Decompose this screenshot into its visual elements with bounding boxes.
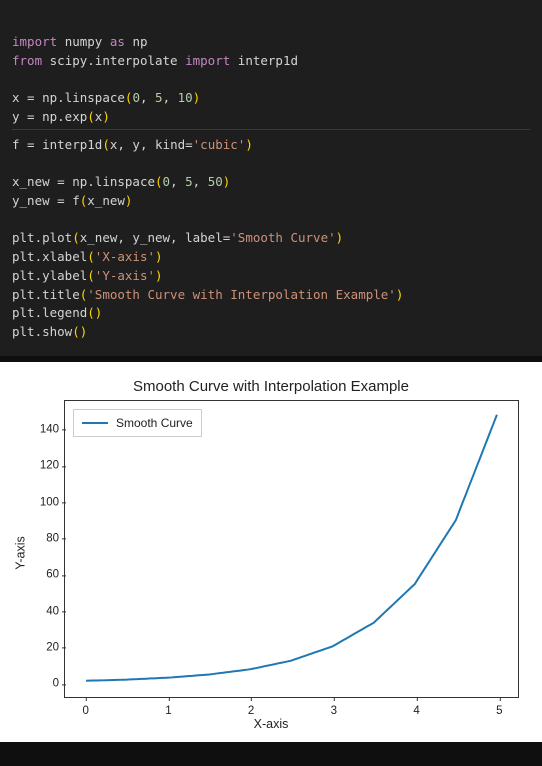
alias-np: np (132, 34, 147, 49)
var-x: x (12, 90, 20, 105)
comma: , (170, 174, 185, 189)
fn-legend: plt.legend (12, 305, 87, 320)
y-tick: 140 (35, 421, 65, 438)
chart-title: Smooth Curve with Interpolation Example (8, 376, 534, 399)
fn-linspace: np.linspace (42, 90, 125, 105)
keyword-import2: import (185, 53, 230, 68)
y-tick: 0 (35, 676, 65, 693)
y-tick: 80 (35, 530, 65, 547)
paren-open: ( (72, 230, 80, 245)
var-f: f (12, 137, 20, 152)
paren-open: ( (155, 174, 163, 189)
name-interp1d: interp1d (238, 53, 298, 68)
num: 5 (155, 90, 163, 105)
str-smooth: 'Smooth Curve' (230, 230, 335, 245)
num: 50 (208, 174, 223, 189)
paren-close: ) (193, 90, 201, 105)
fn-exp: np.exp (42, 109, 87, 124)
plot-area: Smooth Curve 020406080100120140012345 (64, 400, 519, 698)
paren-open: ( (102, 137, 110, 152)
y-axis-label: Y-axis (11, 536, 30, 570)
x-tick: 3 (331, 697, 337, 720)
paren-close: ) (125, 193, 133, 208)
op-eq: = (50, 193, 73, 208)
op-eq: = (50, 174, 73, 189)
keyword-from: from (12, 53, 42, 68)
comma: , (163, 90, 178, 105)
num: 0 (163, 174, 171, 189)
fn-show: plt.show (12, 324, 72, 339)
paren-close: ) (336, 230, 344, 245)
y-tick: 40 (35, 603, 65, 620)
paren-open: ( (87, 268, 95, 283)
paren-open: ( (87, 249, 95, 264)
comma: , (140, 90, 155, 105)
code-block: import numpy as np from scipy.interpolat… (0, 0, 542, 356)
str-cubic: 'cubic' (193, 137, 246, 152)
num: 0 (132, 90, 140, 105)
fn-linspace2: np.linspace (72, 174, 155, 189)
args-xy: x, y, kind= (110, 137, 193, 152)
var-xnew: x_new (12, 174, 50, 189)
keyword-import: import (12, 34, 57, 49)
comma: , (193, 174, 208, 189)
x-tick: 4 (413, 697, 419, 720)
fn-ylabel: plt.ylabel (12, 268, 87, 283)
y-tick: 120 (35, 458, 65, 475)
fn-xlabel: plt.xlabel (12, 249, 87, 264)
fn-title: plt.title (12, 287, 80, 302)
x-tick: 1 (165, 697, 171, 720)
series-line (86, 414, 497, 680)
str-title: 'Smooth Curve with Interpolation Example… (87, 287, 396, 302)
output-panel: Smooth Curve with Interpolation Example … (0, 362, 542, 742)
x-tick: 5 (496, 697, 502, 720)
paren-close: ) (396, 287, 404, 302)
paren-close: ) (245, 137, 253, 152)
paren-open: ( (87, 109, 95, 124)
op-eq: = (20, 109, 43, 124)
op-eq: = (20, 137, 43, 152)
str-yaxis: 'Y-axis' (95, 268, 155, 283)
paren-close: ) (95, 305, 103, 320)
y-tick: 60 (35, 567, 65, 584)
x-tick: 2 (248, 697, 254, 720)
fn-f: f (72, 193, 80, 208)
x-tick: 0 (82, 697, 88, 720)
paren-open: ( (87, 305, 95, 320)
divider (12, 129, 530, 130)
chart: Smooth Curve with Interpolation Example … (8, 372, 534, 734)
paren-close: ) (155, 268, 163, 283)
keyword-as: as (110, 34, 125, 49)
num: 5 (185, 174, 193, 189)
y-tick: 20 (35, 639, 65, 656)
paren-close: ) (155, 249, 163, 264)
module-numpy: numpy (65, 34, 103, 49)
args-plot: x_new, y_new, label= (80, 230, 231, 245)
str-xaxis: 'X-axis' (95, 249, 155, 264)
curve-line (65, 401, 518, 697)
paren-close: ) (223, 174, 231, 189)
fn-plot: plt.plot (12, 230, 72, 245)
var-ynew: y_new (12, 193, 50, 208)
paren-open: ( (72, 324, 80, 339)
y-tick: 100 (35, 494, 65, 511)
paren-close: ) (102, 109, 110, 124)
paren-close: ) (80, 324, 88, 339)
var-y: y (12, 109, 20, 124)
fn-interp1d: interp1d (42, 137, 102, 152)
num: 10 (178, 90, 193, 105)
op-eq: = (20, 90, 43, 105)
arg-xnew: x_new (87, 193, 125, 208)
module-scipy: scipy.interpolate (50, 53, 178, 68)
